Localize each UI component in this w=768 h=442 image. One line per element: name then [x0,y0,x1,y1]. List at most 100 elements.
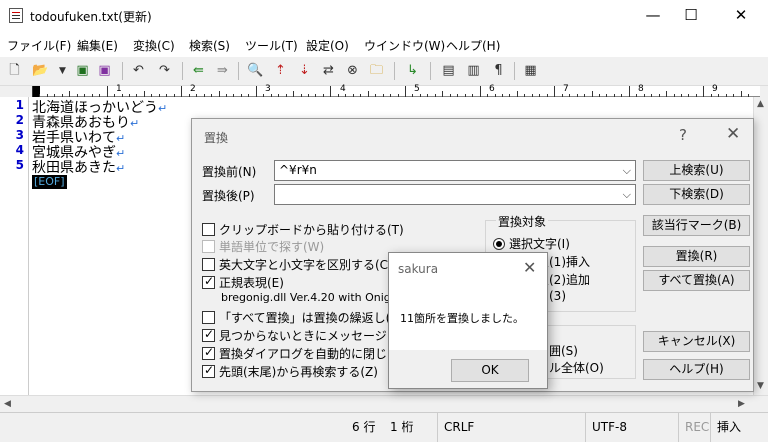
checkbox-box[interactable] [202,240,215,253]
help-button[interactable]: ヘルプ(H) [643,359,750,380]
find-icon[interactable]: 🔍 [247,63,264,79]
toolbar-separator [514,62,515,80]
help-question-icon[interactable]: ? [679,126,687,144]
auto-close-label: 置換ダイアログを自動的に閉じ [219,347,388,361]
dropdown-arrow-icon[interactable]: ▼ [54,63,71,79]
checkbox-box[interactable] [202,311,215,324]
menu-edit[interactable]: 編集(E) [77,37,118,54]
menu-file[interactable]: ファイル(F) [7,37,71,54]
ruler-number: 9 [712,84,718,94]
line-text: 秋田県あきた [32,160,116,176]
ruler-number: 8 [638,84,644,94]
dialog-close-button[interactable]: ✕ [726,124,740,144]
regex-checkbox[interactable]: 正規表現(E) [202,274,284,291]
status-eol[interactable]: CRLF [437,413,474,442]
case-sensitive-checkbox[interactable]: 英大文字と小文字を区別する(C) [202,256,393,273]
checkbox-box[interactable] [202,274,215,289]
menu-settings[interactable]: 設定(O) [306,37,349,54]
message-text: 11箇所を置換しました。 [400,312,524,325]
checkbox-box[interactable] [202,327,215,342]
eof-marker: [EOF] [32,175,67,189]
wrap-search-checkbox[interactable]: 先頭(末尾)から再検索する(Z) [202,363,378,380]
close-button[interactable]: ✕ [718,2,764,29]
find-up-icon[interactable]: ⇡ [272,63,289,79]
message-close-button[interactable]: ✕ [523,258,536,277]
open-folder-icon[interactable]: 📂 [32,63,49,79]
target-line-label[interactable]: (3) [549,289,566,303]
ok-button[interactable]: OK [451,359,529,382]
undo-icon[interactable]: ↶ [130,63,147,79]
chevron-down-icon[interactable]: ⌵ [623,185,631,204]
settings-common-icon[interactable]: ▤ [440,63,457,79]
ruler-tick [181,86,183,97]
ruler-tick [255,86,257,97]
range-whole-label[interactable]: ル全体(O) [549,359,604,376]
scroll-up-icon[interactable]: ▲ [757,99,764,109]
new-file-icon[interactable]: 🗋 [6,63,23,79]
newline-mark-icon: ↵ [130,117,140,130]
menu-help[interactable]: ヘルプ(H) [446,37,500,54]
replace-combo[interactable]: ⌵ [274,184,636,205]
target-selection-label: 選択文字(I) [509,237,570,251]
find-label: 置換前(N) [202,165,257,179]
ruler-number: 3 [265,84,271,94]
menu-tools[interactable]: ツール(T) [245,37,298,54]
tag-jump-icon[interactable]: ↳ [404,63,421,79]
toolbar-separator [182,62,183,80]
range-selection-label[interactable]: 囲(S) [549,342,578,359]
status-insert-mode[interactable]: 挿入 [710,413,741,442]
redo-icon[interactable]: ↷ [156,63,173,79]
outline-icon[interactable]: ▦ [522,63,539,79]
menu-convert[interactable]: 変換(C) [133,37,175,54]
clear-highlight-icon[interactable]: ⊗ [344,63,361,79]
dialog-title: 置換 [204,131,229,145]
replace-button[interactable]: 置換(R) [643,246,750,267]
show-message-checkbox[interactable]: 見つからないときにメッセージを [202,327,399,344]
jump-forward-icon[interactable]: ⇛ [214,63,231,79]
checkbox-box[interactable] [202,258,215,271]
vertical-scrollbar[interactable]: ▲ ▼ [753,97,768,395]
find-down-button[interactable]: 下検索(D) [643,184,750,205]
replace-label: 置換後(P) [202,189,255,203]
loop-replace-label: 「すべて置換」は置換の繰返し( [219,311,391,325]
word-only-checkbox[interactable]: 単語単位で探す(W) [202,238,324,255]
chevron-down-icon[interactable]: ⌵ [623,161,631,180]
mark-lines-button[interactable]: 該当行マーク(B) [643,215,750,236]
paste-clipboard-checkbox[interactable]: クリップボードから貼り付ける(T) [202,221,404,238]
status-bar: 6 行 1 桁 CRLF UTF-8 REC 挿入 [0,412,768,442]
horizontal-scrollbar[interactable]: ◀ ▶ [0,395,768,412]
checkbox-box[interactable] [202,363,215,378]
ruler-tick [479,86,481,97]
save-icon[interactable]: ▣ [74,63,91,79]
save-as-icon[interactable]: ▣ [96,63,113,79]
find-up-button[interactable]: 上検索(U) [643,160,750,181]
replace-icon[interactable]: ⇄ [320,63,337,79]
grep-icon[interactable]: 🗀 [368,63,385,79]
font-icon[interactable]: ¶ [490,63,507,79]
jump-back-icon[interactable]: ⇚ [190,63,207,79]
checkbox-box[interactable] [202,223,215,236]
toolbar-separator [430,62,431,80]
menu-search[interactable]: 検索(S) [189,37,230,54]
maximize-button[interactable]: ☐ [668,2,714,29]
toolbar-separator [394,62,395,80]
find-down-icon[interactable]: ⇣ [296,63,313,79]
find-combo[interactable]: ^¥r¥n ⌵ [274,160,636,181]
status-row: 6 行 [352,420,376,434]
ruler-tick [703,86,705,97]
target-selection-radio[interactable]: 選択文字(I) [493,235,570,252]
line-number-gutter: 1 2 3 4 5 [0,97,29,395]
status-encoding[interactable]: UTF-8 [585,413,627,442]
scroll-left-icon[interactable]: ◀ [4,399,11,409]
auto-close-checkbox[interactable]: 置換ダイアログを自動的に閉じ [202,345,387,362]
cancel-button[interactable]: キャンセル(X) [643,331,750,352]
loop-replace-checkbox[interactable]: 「すべて置換」は置換の繰返し( [202,309,390,326]
ruler-number: 1 [116,84,122,94]
scroll-right-icon[interactable]: ▶ [738,399,745,409]
checkbox-box[interactable] [202,345,215,360]
radio-button[interactable] [493,238,505,250]
scroll-down-icon[interactable]: ▼ [757,381,764,391]
menu-window[interactable]: ウインドウ(W) [364,37,445,54]
replace-all-button[interactable]: すべて置換(A) [643,270,750,291]
settings-type-icon[interactable]: ▥ [465,63,482,79]
